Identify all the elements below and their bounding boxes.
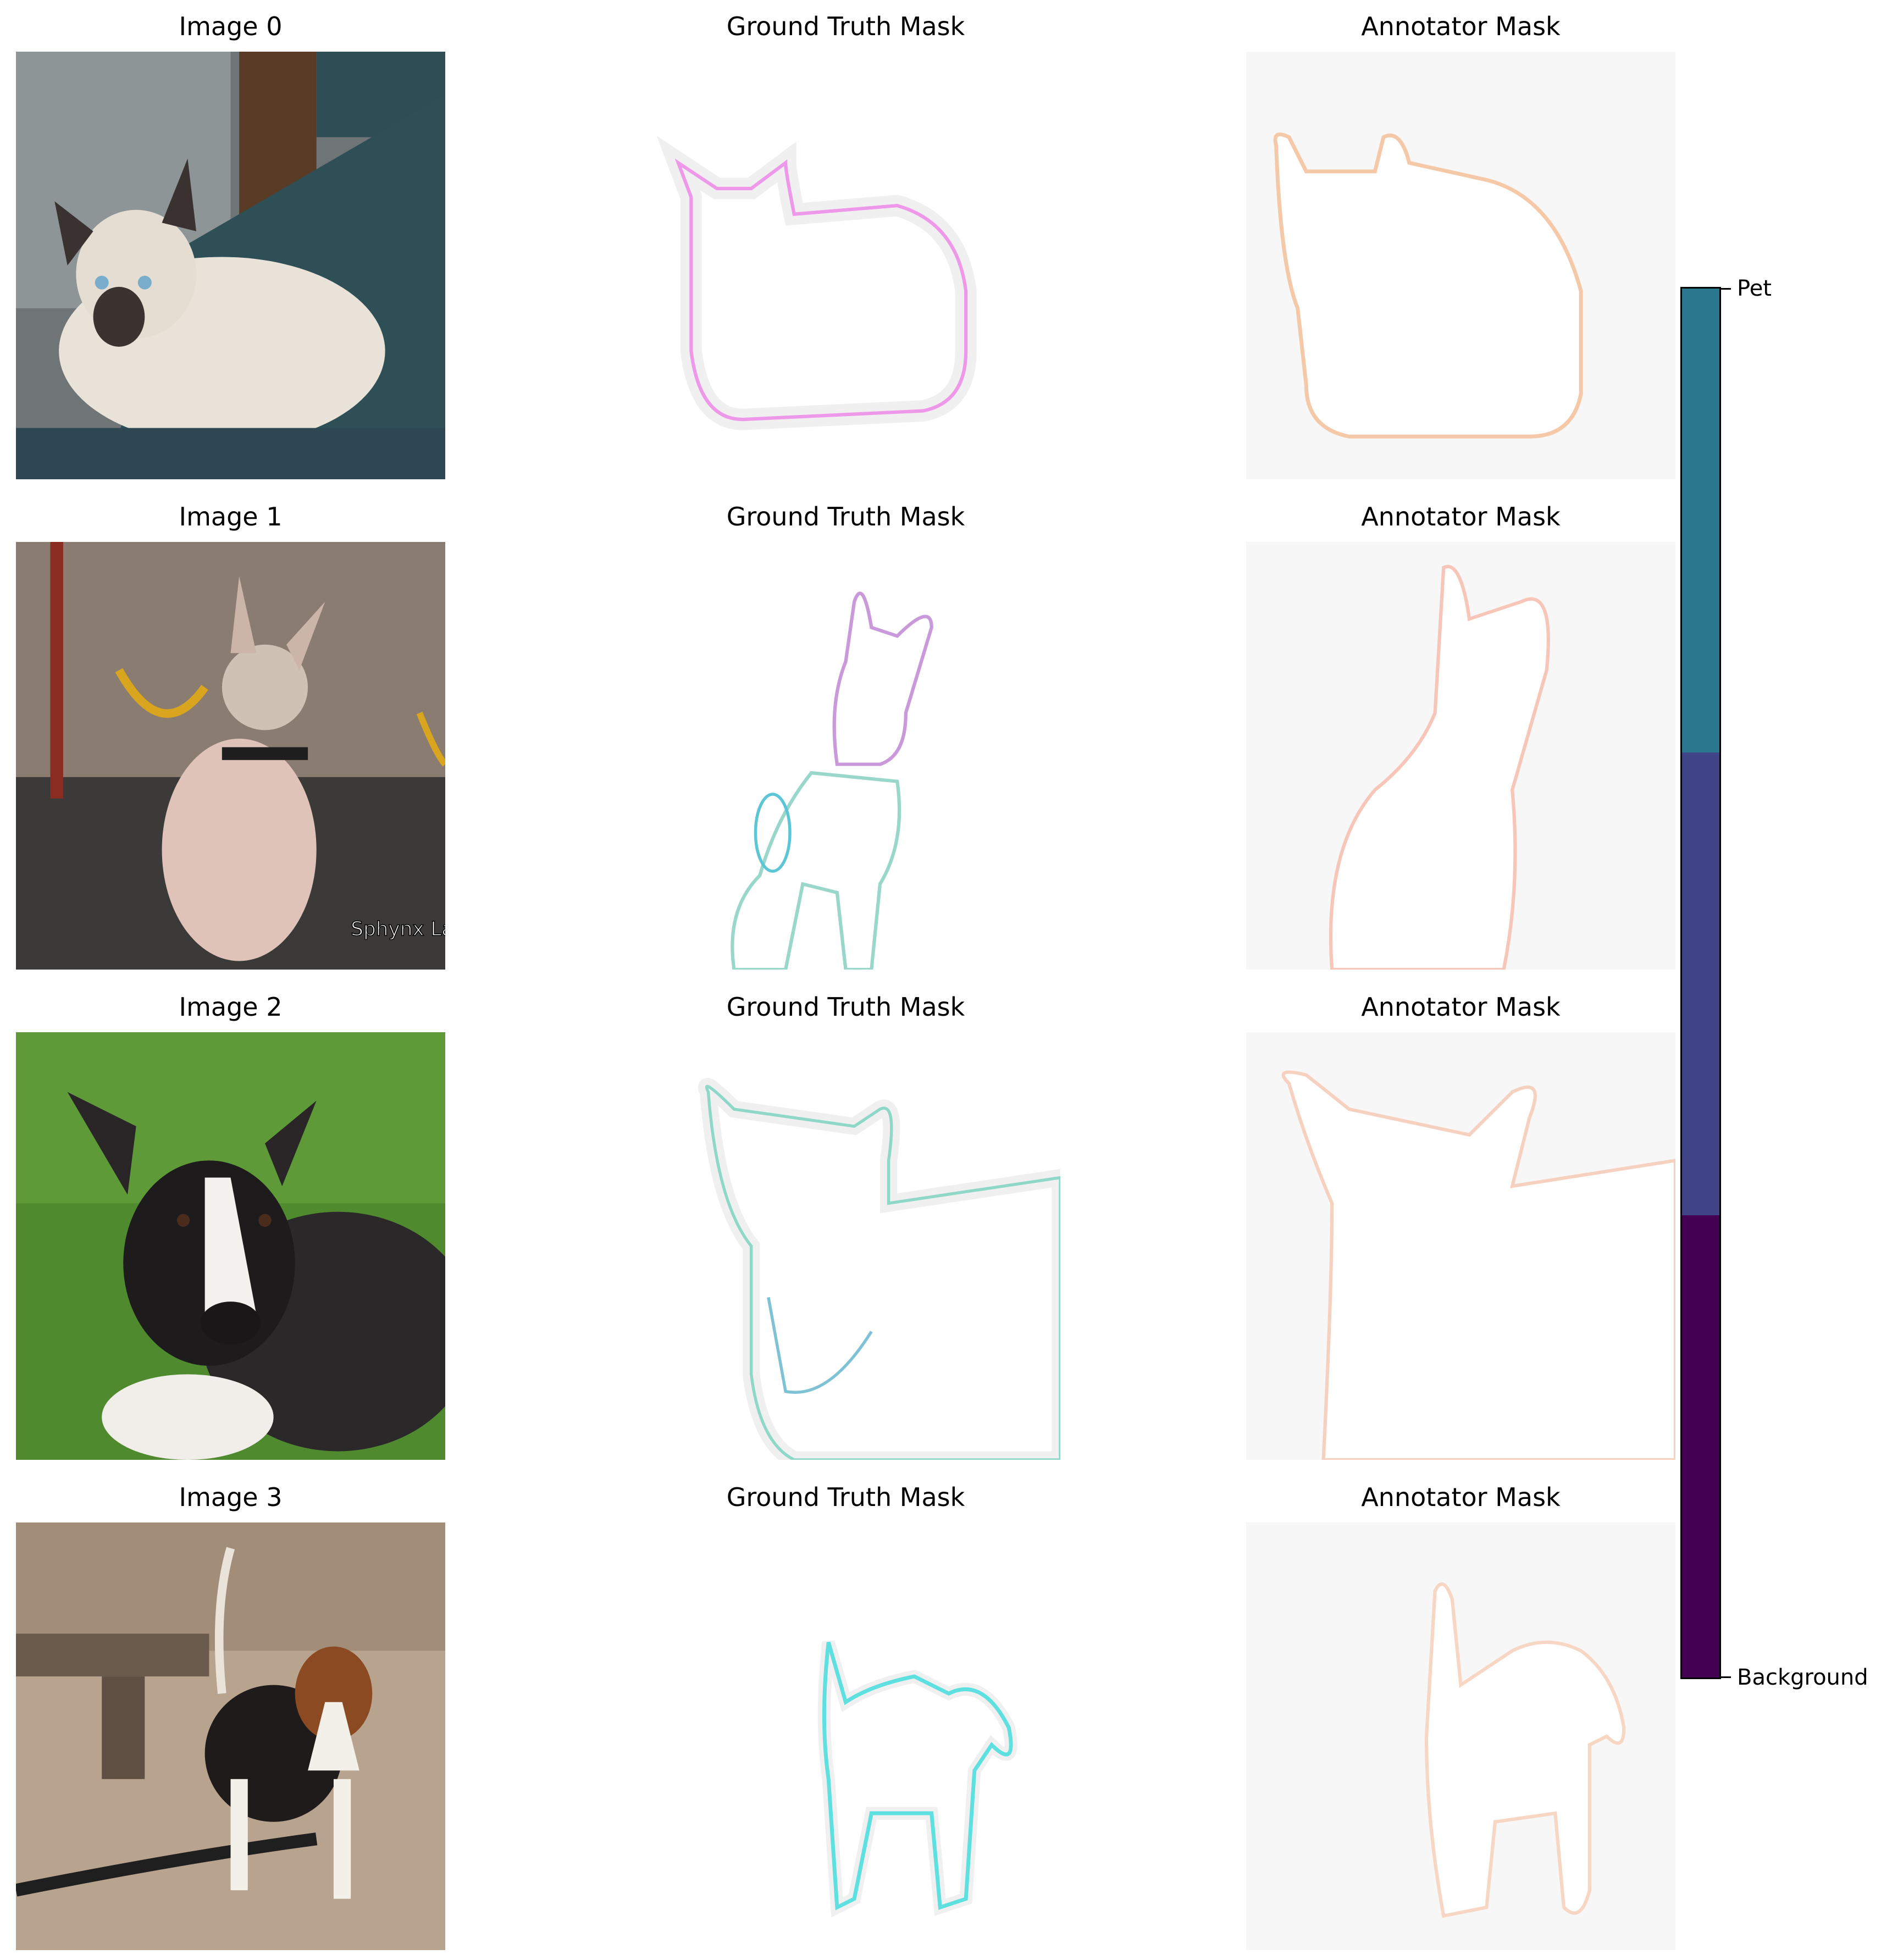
annotator-mask-3 (1246, 1522, 1675, 1950)
image-1-watermark: Sphynx Lair (351, 918, 445, 940)
colorbar-segment-pet (1682, 289, 1719, 753)
gt-mask-0-title: Ground Truth Mask (726, 12, 965, 41)
gt-mask-1-title: Ground Truth Mask (726, 502, 965, 531)
gt-mask-3-title: Ground Truth Mask (726, 1482, 965, 1512)
annotator-mask-1 (1246, 542, 1675, 970)
colorbar-segment-mid (1682, 752, 1719, 1215)
image-2-photo (16, 1032, 445, 1460)
image-1-title: Image 1 (179, 502, 283, 531)
gt-mask-1 (631, 542, 1060, 970)
annotator-mask-0-title: Annotator Mask (1361, 12, 1561, 41)
image-0-title: Image 0 (179, 12, 283, 41)
colorbar-bottom-tick (1721, 1676, 1731, 1678)
gt-mask-2-title: Ground Truth Mask (726, 992, 965, 1022)
annotator-mask-2 (1246, 1032, 1675, 1460)
colorbar-segment-background (1682, 1215, 1719, 1677)
gt-mask-2 (631, 1032, 1060, 1460)
annotator-mask-0 (1246, 52, 1675, 479)
annotator-mask-1-title: Annotator Mask (1361, 502, 1561, 531)
image-1-photo: Sphynx Lair (16, 542, 445, 970)
colorbar-label-background: Background (1737, 1665, 1868, 1690)
image-2-title: Image 2 (179, 992, 283, 1022)
colorbar (1680, 287, 1721, 1679)
image-0-photo (16, 52, 445, 479)
colorbar-label-pet: Pet (1737, 276, 1772, 301)
colorbar-top-tick (1721, 288, 1731, 290)
gt-mask-0 (631, 52, 1060, 479)
image-3-title: Image 3 (179, 1482, 283, 1512)
image-3-photo (16, 1522, 445, 1950)
gt-mask-3 (631, 1522, 1060, 1950)
annotator-mask-2-title: Annotator Mask (1361, 992, 1561, 1022)
annotator-mask-3-title: Annotator Mask (1361, 1482, 1561, 1512)
